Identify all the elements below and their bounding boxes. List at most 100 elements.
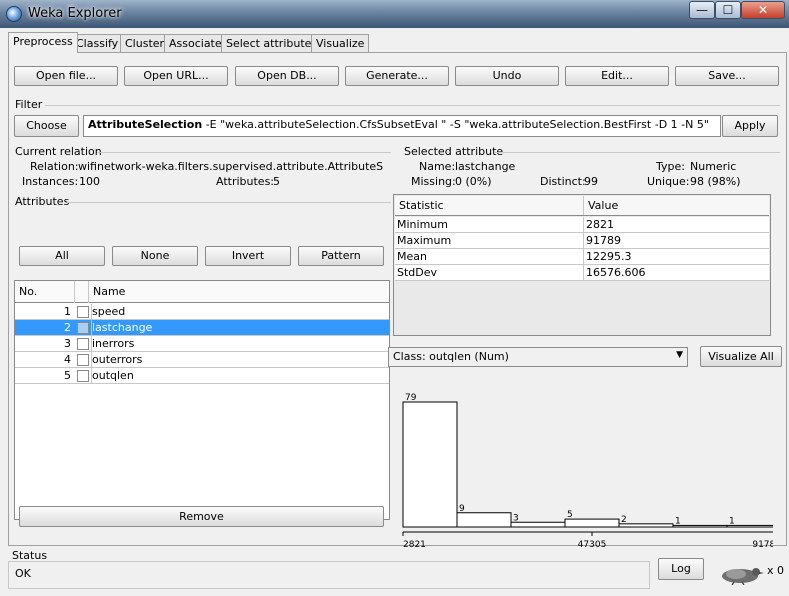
tab-select-attributes[interactable]: Select attributes: [221, 34, 323, 52]
histogram-bar: [402, 401, 458, 528]
dropdown-arrow-icon[interactable]: ▼: [676, 350, 683, 360]
relation-key: Relation:: [30, 160, 79, 173]
row-checkbox[interactable]: [77, 370, 89, 382]
instances-value: 100: [79, 175, 100, 188]
open-file-button[interactable]: Open file...: [14, 66, 118, 86]
table-row[interactable]: 3 inerrors: [15, 336, 389, 352]
attributes-group-label: Attributes: [15, 195, 70, 208]
close-button[interactable]: ✕: [741, 1, 785, 19]
visualize-all-button[interactable]: Visualize All: [700, 346, 782, 367]
stat-name: Minimum: [397, 218, 448, 231]
attr-type-value: Numeric: [690, 160, 737, 173]
x-axis-tick-label: 47305: [578, 540, 607, 548]
bar-count-label: 1: [729, 516, 735, 526]
save-button[interactable]: Save...: [675, 66, 779, 86]
row-name: outerrors: [91, 352, 143, 367]
table-row[interactable]: 1 speed: [15, 304, 389, 320]
weka-app-icon: [6, 6, 22, 22]
row-number: 4: [64, 353, 71, 366]
generate-button[interactable]: Generate...: [345, 66, 449, 86]
stat-value: 16576.606: [583, 265, 646, 280]
table-row[interactable]: 5 outqlen: [15, 368, 389, 384]
attributes-table[interactable]: No. Name 1 speed 2 lastchange 3 inerrors…: [14, 280, 390, 520]
tab-visualize[interactable]: Visualize: [311, 34, 370, 52]
class-attribute-select[interactable]: Class: outqlen (Num) ▼: [388, 347, 688, 367]
filter-label: Filter: [15, 98, 43, 111]
statistics-table[interactable]: Statistic Value Minimum 2821 Maximum 917…: [393, 194, 771, 336]
open-db-button[interactable]: Open DB...: [235, 66, 339, 86]
attributes-key: Attributes:: [216, 175, 275, 188]
filter-options: -E "weka.attributeSelection.CfsSubsetEva…: [202, 118, 709, 131]
row-name: speed: [91, 304, 126, 319]
tab-associate[interactable]: Associate: [164, 34, 227, 52]
column-name[interactable]: Name: [89, 281, 389, 303]
task-count: x 0: [767, 564, 785, 577]
log-button[interactable]: Log: [658, 558, 704, 580]
attr-missing-key: Missing:: [411, 175, 456, 188]
column-value[interactable]: Value: [583, 196, 618, 215]
row-checkbox[interactable]: [77, 354, 89, 366]
row-name: inerrors: [91, 336, 135, 351]
column-check[interactable]: [75, 281, 89, 303]
choose-filter-button[interactable]: Choose: [14, 115, 79, 137]
open-url-button[interactable]: Open URL...: [124, 66, 228, 86]
stat-value: 91789: [583, 233, 621, 248]
minimize-button[interactable]: —: [689, 1, 715, 19]
histogram-bar: [618, 523, 674, 528]
attr-name-key: Name:: [419, 160, 456, 173]
select-all-button[interactable]: All: [19, 246, 105, 266]
table-row[interactable]: Mean 12295.3: [395, 249, 769, 265]
selected-separator: [495, 152, 780, 153]
tab-preprocess[interactable]: Preprocess: [8, 32, 78, 53]
table-row[interactable]: Maximum 91789: [395, 233, 769, 249]
table-row[interactable]: StdDev 16576.606: [395, 265, 769, 281]
row-number: 1: [64, 305, 71, 318]
attr-distinct-key: Distinct:: [540, 175, 586, 188]
title-bar: Weka Explorer — ☐ ✕: [0, 0, 789, 28]
class-select-value: Class: outqlen (Num): [393, 350, 509, 363]
statistics-header: Statistic Value: [395, 196, 769, 216]
table-row-selected[interactable]: 2 lastchange: [15, 320, 389, 336]
stat-value: 12295.3: [583, 249, 632, 264]
attr-type-key: Type:: [656, 160, 685, 173]
attributes-value: 5: [273, 175, 280, 188]
filter-name: AttributeSelection: [88, 118, 203, 131]
current-relation-label: Current relation: [15, 145, 102, 158]
apply-filter-button[interactable]: Apply: [722, 115, 778, 137]
weka-bird-icon[interactable]: [716, 563, 764, 585]
row-name: lastchange: [91, 320, 153, 335]
histogram[interactable]: 79 9 3 5 2 1 1 2821 47305 91789: [393, 373, 773, 548]
edit-button[interactable]: Edit...: [565, 66, 669, 86]
status-text: OK: [15, 567, 31, 580]
histogram-bar: [672, 524, 728, 528]
tab-cluster[interactable]: Cluster: [120, 34, 170, 52]
stat-name: Maximum: [397, 234, 452, 247]
row-checkbox[interactable]: [77, 322, 89, 334]
undo-button[interactable]: Undo: [455, 66, 559, 86]
remove-button[interactable]: Remove: [19, 506, 384, 527]
tab-classify[interactable]: Classify: [71, 34, 124, 52]
attr-missing-value: 0 (0%): [455, 175, 492, 188]
select-none-button[interactable]: None: [112, 246, 198, 266]
table-row[interactable]: Minimum 2821: [395, 217, 769, 233]
bar-count-label: 9: [459, 504, 465, 514]
selected-attribute-label: Selected attribute: [404, 145, 504, 158]
stat-name: Mean: [397, 250, 427, 263]
explorer-client: Preprocess Classify Cluster Associate Se…: [0, 28, 789, 596]
attributes-table-header: No. Name: [15, 281, 389, 303]
invert-selection-button[interactable]: Invert: [205, 246, 291, 266]
pattern-button[interactable]: Pattern: [298, 246, 384, 266]
row-checkbox[interactable]: [77, 338, 89, 350]
maximize-button[interactable]: ☐: [715, 1, 741, 19]
row-checkbox[interactable]: [77, 306, 89, 318]
filter-separator: [45, 105, 780, 106]
instances-key: Instances:: [22, 175, 79, 188]
attr-name-value: lastchange: [455, 160, 516, 173]
filter-text-field[interactable]: AttributeSelection -E "weka.attributeSel…: [83, 115, 721, 137]
column-statistic[interactable]: Statistic: [395, 196, 444, 216]
table-row[interactable]: 4 outerrors: [15, 352, 389, 368]
column-no[interactable]: No.: [15, 281, 75, 303]
bar-count-label: 1: [675, 516, 681, 526]
bar-count-label: 79: [405, 393, 417, 403]
stat-name: StdDev: [397, 266, 438, 279]
